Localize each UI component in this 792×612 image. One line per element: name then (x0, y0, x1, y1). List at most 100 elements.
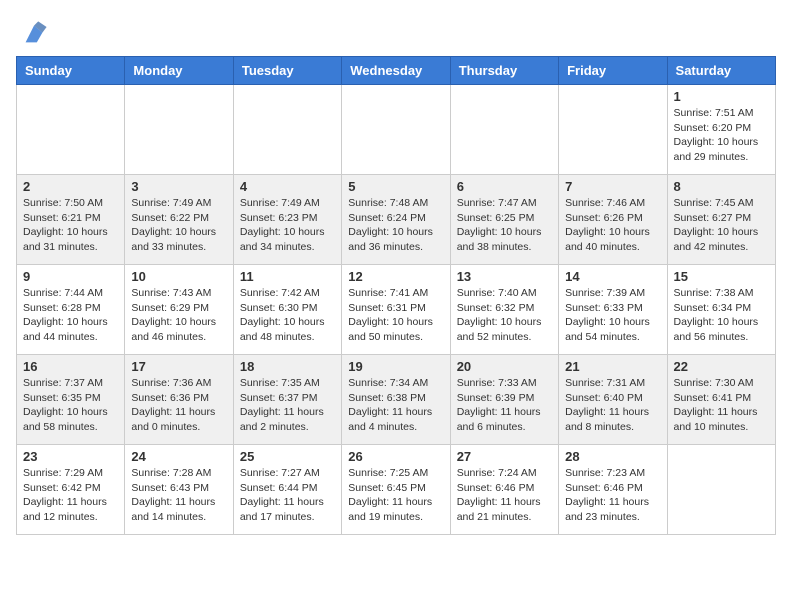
day-info: Sunrise: 7:25 AM Sunset: 6:45 PM Dayligh… (348, 466, 443, 525)
day-number: 21 (565, 359, 660, 374)
day-number: 15 (674, 269, 769, 284)
logo-icon (20, 20, 48, 48)
day-cell: 16 Sunrise: 7:37 AM Sunset: 6:35 PM Dayli… (17, 355, 125, 445)
calendar-table: SundayMondayTuesdayWednesdayThursdayFrid… (16, 56, 776, 535)
day-cell (17, 85, 125, 175)
day-info: Sunrise: 7:50 AM Sunset: 6:21 PM Dayligh… (23, 196, 118, 255)
day-info: Sunrise: 7:28 AM Sunset: 6:43 PM Dayligh… (131, 466, 226, 525)
weekday-header-tuesday: Tuesday (233, 57, 341, 85)
day-number: 18 (240, 359, 335, 374)
day-info: Sunrise: 7:29 AM Sunset: 6:42 PM Dayligh… (23, 466, 118, 525)
week-row-3: 9 Sunrise: 7:44 AM Sunset: 6:28 PM Daylig… (17, 265, 776, 355)
day-number: 9 (23, 269, 118, 284)
day-info: Sunrise: 7:27 AM Sunset: 6:44 PM Dayligh… (240, 466, 335, 525)
day-number: 6 (457, 179, 552, 194)
day-cell: 20 Sunrise: 7:33 AM Sunset: 6:39 PM Dayli… (450, 355, 558, 445)
day-info: Sunrise: 7:30 AM Sunset: 6:41 PM Dayligh… (674, 376, 769, 435)
day-cell: 6 Sunrise: 7:47 AM Sunset: 6:25 PM Daylig… (450, 175, 558, 265)
day-info: Sunrise: 7:41 AM Sunset: 6:31 PM Dayligh… (348, 286, 443, 345)
day-cell: 24 Sunrise: 7:28 AM Sunset: 6:43 PM Dayli… (125, 445, 233, 535)
day-cell: 12 Sunrise: 7:41 AM Sunset: 6:31 PM Dayli… (342, 265, 450, 355)
day-info: Sunrise: 7:34 AM Sunset: 6:38 PM Dayligh… (348, 376, 443, 435)
day-cell: 2 Sunrise: 7:50 AM Sunset: 6:21 PM Daylig… (17, 175, 125, 265)
day-cell: 10 Sunrise: 7:43 AM Sunset: 6:29 PM Dayli… (125, 265, 233, 355)
day-number: 12 (348, 269, 443, 284)
day-number: 27 (457, 449, 552, 464)
day-cell: 19 Sunrise: 7:34 AM Sunset: 6:38 PM Dayli… (342, 355, 450, 445)
day-number: 1 (674, 89, 769, 104)
week-row-4: 16 Sunrise: 7:37 AM Sunset: 6:35 PM Dayli… (17, 355, 776, 445)
day-number: 20 (457, 359, 552, 374)
weekday-header-wednesday: Wednesday (342, 57, 450, 85)
day-info: Sunrise: 7:35 AM Sunset: 6:37 PM Dayligh… (240, 376, 335, 435)
day-number: 25 (240, 449, 335, 464)
day-info: Sunrise: 7:43 AM Sunset: 6:29 PM Dayligh… (131, 286, 226, 345)
day-cell: 14 Sunrise: 7:39 AM Sunset: 6:33 PM Dayli… (559, 265, 667, 355)
day-number: 4 (240, 179, 335, 194)
day-cell (233, 85, 341, 175)
weekday-header-thursday: Thursday (450, 57, 558, 85)
day-number: 19 (348, 359, 443, 374)
day-number: 22 (674, 359, 769, 374)
day-info: Sunrise: 7:23 AM Sunset: 6:46 PM Dayligh… (565, 466, 660, 525)
day-cell: 8Sunrise: 7:45 AM Sunset: 6:27 PM Daylig… (667, 175, 775, 265)
day-info: Sunrise: 7:49 AM Sunset: 6:23 PM Dayligh… (240, 196, 335, 255)
day-number: 24 (131, 449, 226, 464)
day-cell: 25 Sunrise: 7:27 AM Sunset: 6:44 PM Dayli… (233, 445, 341, 535)
day-info: Sunrise: 7:42 AM Sunset: 6:30 PM Dayligh… (240, 286, 335, 345)
day-cell: 7 Sunrise: 7:46 AM Sunset: 6:26 PM Daylig… (559, 175, 667, 265)
day-info: Sunrise: 7:33 AM Sunset: 6:39 PM Dayligh… (457, 376, 552, 435)
day-info: Sunrise: 7:49 AM Sunset: 6:22 PM Dayligh… (131, 196, 226, 255)
day-info: Sunrise: 7:39 AM Sunset: 6:33 PM Dayligh… (565, 286, 660, 345)
weekday-header-saturday: Saturday (667, 57, 775, 85)
day-number: 13 (457, 269, 552, 284)
day-info: Sunrise: 7:31 AM Sunset: 6:40 PM Dayligh… (565, 376, 660, 435)
day-number: 26 (348, 449, 443, 464)
day-cell: 26 Sunrise: 7:25 AM Sunset: 6:45 PM Dayli… (342, 445, 450, 535)
day-info: Sunrise: 7:36 AM Sunset: 6:36 PM Dayligh… (131, 376, 226, 435)
day-cell: 15 Sunrise: 7:38 AM Sunset: 6:34 PM Dayli… (667, 265, 775, 355)
day-number: 28 (565, 449, 660, 464)
weekday-header-row: SundayMondayTuesdayWednesdayThursdayFrid… (17, 57, 776, 85)
day-info: Sunrise: 7:38 AM Sunset: 6:34 PM Dayligh… (674, 286, 769, 345)
day-number: 23 (23, 449, 118, 464)
week-row-1: 1 Sunrise: 7:51 AM Sunset: 6:20 PM Daylig… (17, 85, 776, 175)
day-cell (342, 85, 450, 175)
day-cell: 3 Sunrise: 7:49 AM Sunset: 6:22 PM Daylig… (125, 175, 233, 265)
day-cell: 1 Sunrise: 7:51 AM Sunset: 6:20 PM Daylig… (667, 85, 775, 175)
week-row-2: 2 Sunrise: 7:50 AM Sunset: 6:21 PM Daylig… (17, 175, 776, 265)
day-info: Sunrise: 7:48 AM Sunset: 6:24 PM Dayligh… (348, 196, 443, 255)
day-info: Sunrise: 7:47 AM Sunset: 6:25 PM Dayligh… (457, 196, 552, 255)
day-cell: 22 Sunrise: 7:30 AM Sunset: 6:41 PM Dayli… (667, 355, 775, 445)
day-number: 11 (240, 269, 335, 284)
day-info: Sunrise: 7:24 AM Sunset: 6:46 PM Dayligh… (457, 466, 552, 525)
day-number: 2 (23, 179, 118, 194)
day-info: Sunrise: 7:51 AM Sunset: 6:20 PM Dayligh… (674, 106, 769, 165)
day-number: 7 (565, 179, 660, 194)
day-number: 8 (674, 179, 769, 194)
day-number: 14 (565, 269, 660, 284)
day-number: 3 (131, 179, 226, 194)
day-info: Sunrise: 7:37 AM Sunset: 6:35 PM Dayligh… (23, 376, 118, 435)
day-number: 10 (131, 269, 226, 284)
week-row-5: 23 Sunrise: 7:29 AM Sunset: 6:42 PM Dayli… (17, 445, 776, 535)
day-number: 16 (23, 359, 118, 374)
weekday-header-sunday: Sunday (17, 57, 125, 85)
day-cell: 21 Sunrise: 7:31 AM Sunset: 6:40 PM Dayli… (559, 355, 667, 445)
day-cell: 4 Sunrise: 7:49 AM Sunset: 6:23 PM Daylig… (233, 175, 341, 265)
day-cell (125, 85, 233, 175)
day-info: Sunrise: 7:46 AM Sunset: 6:26 PM Dayligh… (565, 196, 660, 255)
day-cell: 27 Sunrise: 7:24 AM Sunset: 6:46 PM Dayli… (450, 445, 558, 535)
day-number: 17 (131, 359, 226, 374)
day-cell (559, 85, 667, 175)
logo (16, 20, 48, 48)
day-info: Sunrise: 7:44 AM Sunset: 6:28 PM Dayligh… (23, 286, 118, 345)
day-cell: 17 Sunrise: 7:36 AM Sunset: 6:36 PM Dayli… (125, 355, 233, 445)
day-info: Sunrise: 7:40 AM Sunset: 6:32 PM Dayligh… (457, 286, 552, 345)
day-cell: 11 Sunrise: 7:42 AM Sunset: 6:30 PM Dayli… (233, 265, 341, 355)
day-cell: 13 Sunrise: 7:40 AM Sunset: 6:32 PM Dayli… (450, 265, 558, 355)
day-cell (667, 445, 775, 535)
day-cell: 23 Sunrise: 7:29 AM Sunset: 6:42 PM Dayli… (17, 445, 125, 535)
day-cell: 9 Sunrise: 7:44 AM Sunset: 6:28 PM Daylig… (17, 265, 125, 355)
day-cell (450, 85, 558, 175)
